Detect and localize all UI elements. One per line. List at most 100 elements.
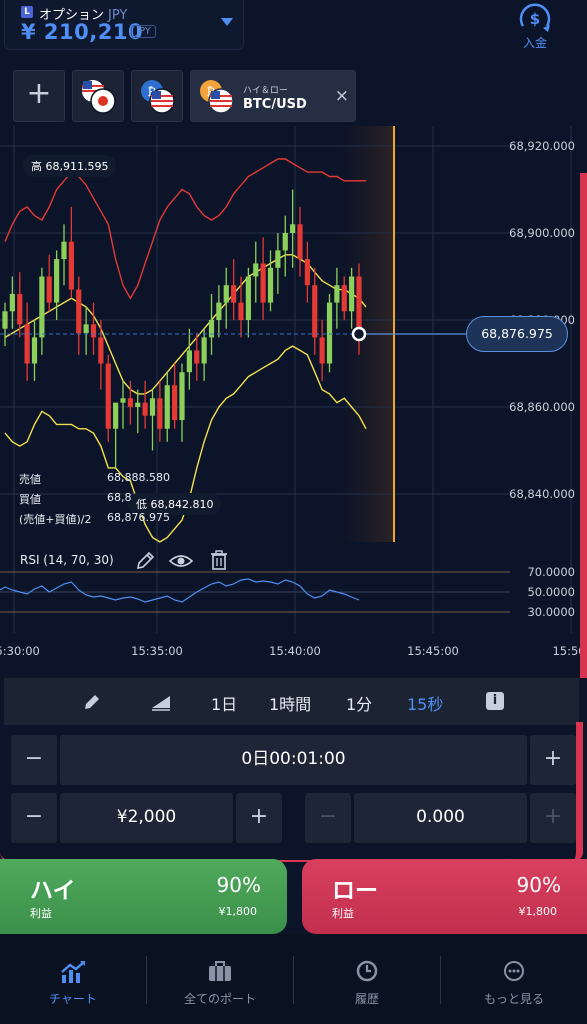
candle-body [245,276,251,320]
tab-trade-type: ハイ＆ロー [243,86,288,96]
chevron-down-icon[interactable] [221,18,233,26]
trash-icon[interactable] [208,549,230,571]
eur-usd-flag-icon: ₿ [141,80,175,114]
chart-canvas[interactable]: 68,920.00068,900.00068,880.00068,860.000… [0,123,587,678]
nav-history[interactable]: 履歴 [294,934,440,1024]
candle-body [282,233,288,251]
briefcase-icon [209,961,231,981]
btc-usd-flag-icon: ₿ [200,80,234,114]
timeframe-15s[interactable]: 15秒 [407,691,443,715]
timeframe-1m[interactable]: 1分 [346,691,372,715]
time-tick-label: 15:30:00 [0,644,40,658]
duration-minus-button[interactable]: − [11,735,57,785]
time-tick-label: 15:45:00 [407,644,459,658]
low-button[interactable]: ロー 90% 利益 ¥1,800 [302,859,587,934]
candle-body [275,250,281,268]
candle-body [267,267,274,303]
candle-body [179,372,185,421]
deposit-button[interactable]: $ 入金 [505,2,565,52]
candle-body [24,324,30,364]
high-button[interactable]: ハイ 90% 利益 ¥1,800 [0,859,287,934]
candle-body [127,398,133,407]
candle-body [216,302,222,320]
eye-icon[interactable] [168,551,194,571]
candle-body [319,337,325,364]
balance-currency-badge: JPY [131,25,156,38]
price-tick-label: 68,840.000 [509,487,575,501]
high-title: ハイ [30,878,76,904]
candle-body [142,402,148,416]
nav-more-label: もっと見る [483,992,544,1006]
panel-edge-top [580,173,587,678]
draw-pencil-icon[interactable] [82,692,102,712]
time-tick-label: 15:40:00 [269,644,321,658]
add-asset-button[interactable]: + [13,70,65,122]
candle-body [341,285,347,312]
candle-body [98,337,104,364]
current-price-tag: 68,876.975 [466,316,568,352]
low-profit-amount: ¥1,800 [518,905,558,918]
amount-minus-button[interactable]: − [11,793,57,843]
timeframe-1h[interactable]: 1時間 [269,691,311,715]
duration-plus-button[interactable]: + [530,735,576,785]
tab-usd-jpy[interactable] [72,70,124,122]
high-profit-amount: ¥1,800 [218,905,258,918]
close-icon[interactable]: × [335,86,349,106]
mid-value: 68,876.975 [107,511,170,524]
rsi-level-label: 30.0000 [527,605,575,619]
buy-label: 買値 [19,493,41,506]
sell-label: 売値 [19,473,41,486]
tab-eur-usd[interactable]: ₿ [131,70,183,122]
price-tick-label: 68,860.000 [509,400,575,414]
nav-chart[interactable]: チャート [0,934,146,1024]
candle-body [17,293,23,325]
candle-body [290,224,296,233]
current-price-marker [351,326,367,342]
candle-body [68,241,74,290]
candle-body [186,350,192,373]
price-tick-label: 68,900.000 [509,226,575,240]
nav-more[interactable]: もっと見る [441,934,587,1024]
price-chart[interactable]: 68,920.00068,900.00068,880.00068,860.000… [0,123,587,678]
chart-type-icon[interactable] [150,692,172,712]
low-payout-percent: 90% [516,873,561,897]
candle-body [223,285,229,303]
pencil-icon[interactable] [134,550,156,572]
amount-plus-button[interactable]: + [236,793,282,843]
candle-body [76,289,82,334]
bottom-nav: チャート 全てのポート 履歴 もっと見る [0,934,587,1024]
buy-value: 68,8 [107,491,132,504]
dollar-refresh-icon: $ [519,3,551,32]
info-icon[interactable]: i [486,692,504,710]
candle-body [312,285,318,338]
usd-jpy-flag-icon [82,80,116,114]
candle-body [9,293,15,312]
candle-body [46,276,52,303]
payout-field[interactable]: 0.000 [354,793,527,843]
account-level-badge: L [21,6,33,18]
candle-body [113,402,119,429]
high-label: 高 68,911.595 [23,155,117,177]
more-icon [504,961,524,981]
deposit-label: 入金 [522,36,547,50]
svg-text:$: $ [530,10,540,28]
candle-body [208,320,215,338]
duration-field[interactable]: 0日00:01:00 [60,735,527,785]
candle-body [135,402,141,407]
candle-body [297,224,303,260]
candle-body [149,398,156,416]
timeframe-1d[interactable]: 1日 [211,691,237,715]
candle-body [253,263,259,277]
payout-plus-button[interactable]: + [530,793,576,843]
candle-body [238,302,244,320]
nav-ports[interactable]: 全てのポート [147,934,293,1024]
price-tick-label: 68,920.000 [509,139,575,153]
candle-body [260,263,266,303]
candle-body [201,337,207,364]
account-selector[interactable]: L オプション JPY ¥ 210,210 JPY [4,0,244,50]
amount-field[interactable]: ¥2,000 [60,793,233,843]
time-tick-label: 15:35:00 [131,644,183,658]
rsi-level-label: 50.0000 [527,585,575,599]
tab-btc-usd[interactable]: ₿ ハイ＆ロー BTC/USD × [190,70,356,122]
payout-minus-button[interactable]: − [305,793,351,843]
